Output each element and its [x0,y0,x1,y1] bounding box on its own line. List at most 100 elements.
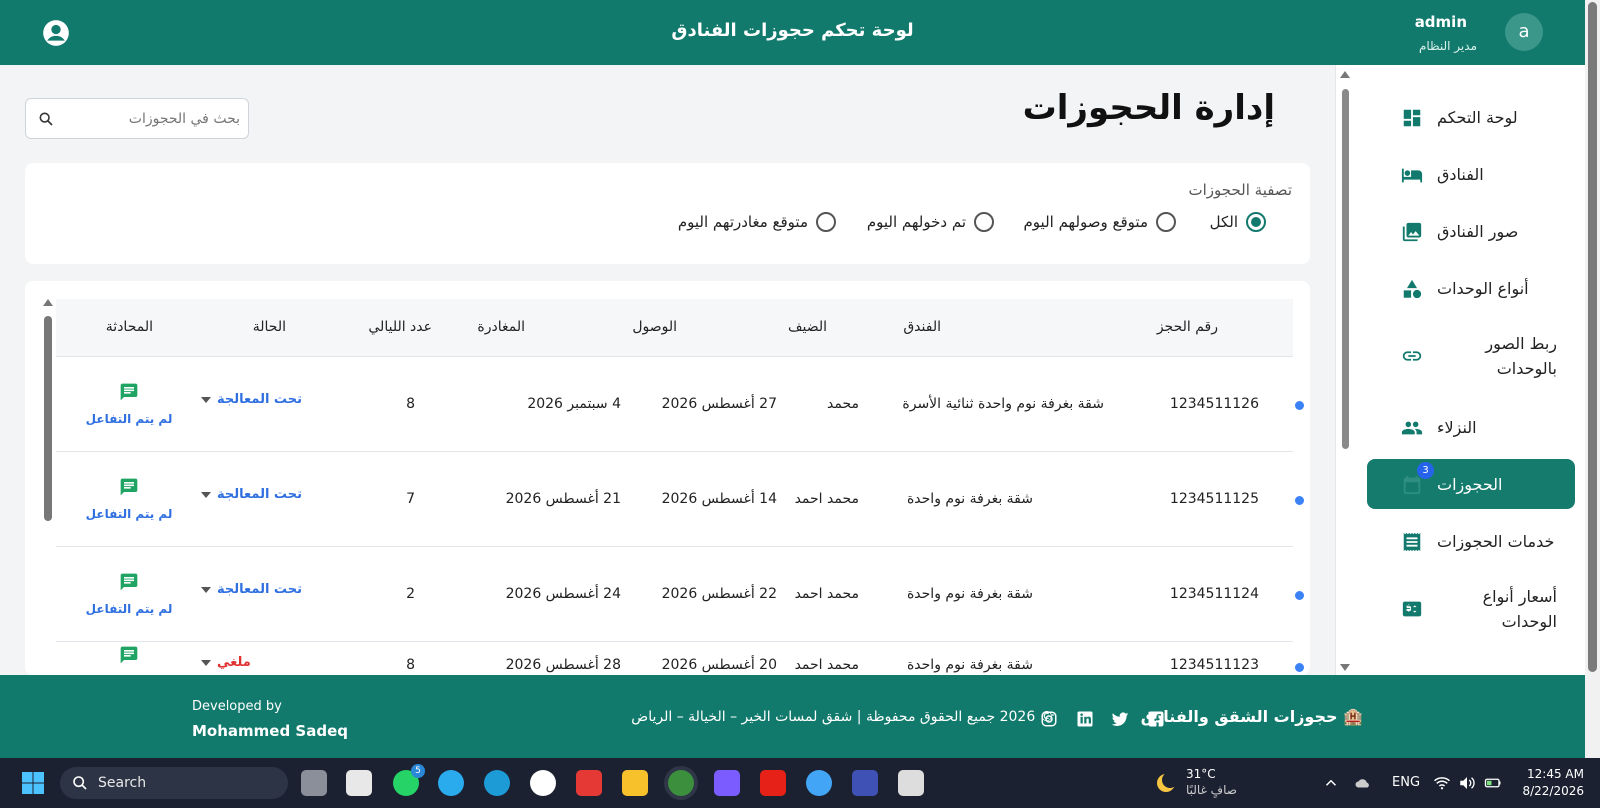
sidebar-scrollbar-thumb[interactable] [1342,89,1349,449]
sidebar-item-bookings[interactable]: 3 الحجوزات [1367,459,1575,509]
table-row[interactable]: 1234511125 شقة بغرفة نوم واحدة محمد احمد… [56,453,1304,547]
telegram-icon[interactable] [438,770,464,796]
language-indicator[interactable]: ENG [1392,775,1420,790]
page-title: إدارة الحجوزات [1022,88,1275,128]
radio-unchecked-icon[interactable] [1156,212,1176,232]
battery-icon[interactable] [1484,774,1502,792]
status-dot-icon [1295,591,1304,600]
sidebar-item-guests[interactable]: النزلاء [1367,402,1575,452]
status-label: تحت المعالجة [217,487,302,502]
scroll-up-arrow-icon[interactable] [1340,71,1350,78]
filter-radio-departing-today[interactable]: متوقع مغادرتهم اليوم [678,210,836,234]
table-scrollbar-thumb[interactable] [44,316,52,521]
sidebar-item-dashboard[interactable]: لوحة التحكم [1367,92,1575,142]
table-row[interactable]: 1234511123 شقة بغرفة نوم واحدة محمد احمد… [56,643,1304,675]
chat-status: لم يتم التفاعل [85,412,173,426]
col-arrival[interactable]: الوصول [632,319,677,335]
filter-radio-all[interactable]: الكل [1210,210,1266,234]
radio-unchecked-icon[interactable] [816,212,836,232]
table-row[interactable]: 1234511124 شقة بغرفة نوم واحدة محمد احمد… [56,548,1304,642]
store-icon[interactable] [346,770,372,796]
col-departure[interactable]: المغادرة [477,319,525,335]
sidebar-item-hotels[interactable]: الفنادق [1367,149,1575,199]
sidebar-item-unit-prices[interactable]: أسعار أنواع الوحدات [1367,573,1575,645]
filter-radio-arriving-today[interactable]: متوقع وصولهم اليوم [1023,210,1176,234]
sidebar-item-booking-services[interactable]: خدمات الحجوزات [1367,516,1575,566]
edge-icon[interactable] [484,770,510,796]
instagram-icon[interactable] [1040,710,1058,728]
radio-unchecked-icon[interactable] [974,212,994,232]
cell-arrival: 20 أغسطس 2026 [661,657,777,673]
weather-widget[interactable]: 31°C صافٍ غالبًا [1186,766,1237,798]
cell-nights: 8 [406,396,415,412]
status-dot-icon [1295,401,1304,410]
sidebar-item-label: الحجوزات [1437,474,1503,494]
weather-desc: صافٍ غالبًا [1186,783,1237,797]
scroll-up-arrow-icon[interactable] [43,299,53,306]
radio-label: متوقع مغادرتهم اليوم [677,213,808,231]
system-clock[interactable]: 12:45 AM 8/22/2026 [1522,766,1584,800]
sidebar-item-link-images[interactable]: ربط الصور بالوحدات [1367,320,1575,392]
onedrive-icon[interactable] [1354,774,1372,792]
cell-arrival: 22 أغسطس 2026 [661,586,777,602]
search-input[interactable] [54,99,240,138]
table-row[interactable]: 1234511126 شقة بغرفة نوم واحدة ثنائية ال… [56,358,1304,452]
weather-moon-icon [1157,772,1178,792]
table-scrollbar[interactable] [43,299,53,521]
sidebar-scrollbar[interactable] [1340,71,1350,671]
window-scrollbar-thumb[interactable] [1588,2,1597,672]
col-booking-id[interactable]: رقم الحجز [1157,319,1218,335]
whatsapp-icon[interactable]: 5 [393,764,425,796]
col-hotel[interactable]: الفندق [903,319,941,335]
filter-card: تصفية الحجوزات الكل متوقع وصولهم اليوم ت… [25,163,1310,264]
col-nights[interactable]: عدد الليالي [368,319,432,335]
avatar[interactable]: a [1505,13,1543,51]
sidebar-item-unit-types[interactable]: أنواع الوحدات [1367,263,1575,313]
chevron-up-icon[interactable] [1322,774,1340,792]
app-l-icon[interactable] [576,770,602,796]
chat-button[interactable]: لم يتم التفاعل [79,382,179,426]
chat-button[interactable] [79,645,179,669]
app-h-icon[interactable] [852,770,878,796]
col-status[interactable]: الحالة [253,319,286,335]
linkedin-icon[interactable] [1076,710,1094,728]
maps-icon[interactable] [530,770,556,796]
chat-icon [120,383,138,401]
taskbar-search-label: Search [98,775,147,791]
cloud-app-icon[interactable] [806,770,832,796]
volume-icon[interactable] [1458,774,1476,792]
cell-departure: 28 أغسطس 2026 [505,657,621,673]
cell-departure: 24 أغسطس 2026 [505,586,621,602]
status-dropdown[interactable]: تحت المعالجة [201,487,302,502]
radio-label: متوقع وصولهم اليوم [1023,213,1149,231]
status-dropdown[interactable]: ملغي [201,655,251,670]
filter-radio-checked-in-today[interactable]: تم دخولهم اليوم [867,210,994,234]
bookings-table: رقم الحجز الفندق الضيف الوصول المغادرة ع… [25,281,1310,675]
chrome-icon[interactable] [668,770,694,796]
window-scrollbar[interactable] [1585,0,1600,758]
cell-hotel: شقة بغرفة نوم واحدة ثنائية الأسرة [902,396,1104,412]
sidebar-item-hotel-images[interactable]: صور الفنادق [1367,206,1575,256]
youtube-icon[interactable] [760,770,786,796]
taskbar-search[interactable]: Search [60,767,288,799]
twitter-icon[interactable] [1111,710,1129,728]
chevron-down-icon [201,659,211,666]
scroll-down-arrow-icon[interactable] [1340,664,1350,671]
people-icon [1401,421,1423,435]
wifi-icon[interactable] [1433,774,1451,792]
col-guest[interactable]: الضيف [788,319,827,335]
task-view-icon[interactable] [301,770,327,796]
status-dropdown[interactable]: تحت المعالجة [201,392,302,407]
windows-start-icon[interactable] [21,771,45,795]
copilot-icon[interactable] [714,770,740,796]
clock-time: 12:45 AM [1527,767,1584,781]
radio-checked-icon[interactable] [1246,212,1266,232]
status-dropdown[interactable]: تحت المعالجة [201,582,302,597]
price-icon [1402,601,1422,617]
file-explorer-icon[interactable] [622,770,648,796]
chat-button[interactable]: لم يتم التفاعل [79,477,179,521]
chat-icon [120,646,138,664]
chat-button[interactable]: لم يتم التفاعل [79,572,179,616]
terminal-icon[interactable] [898,770,924,796]
col-chat[interactable]: المحادثة [106,319,153,335]
